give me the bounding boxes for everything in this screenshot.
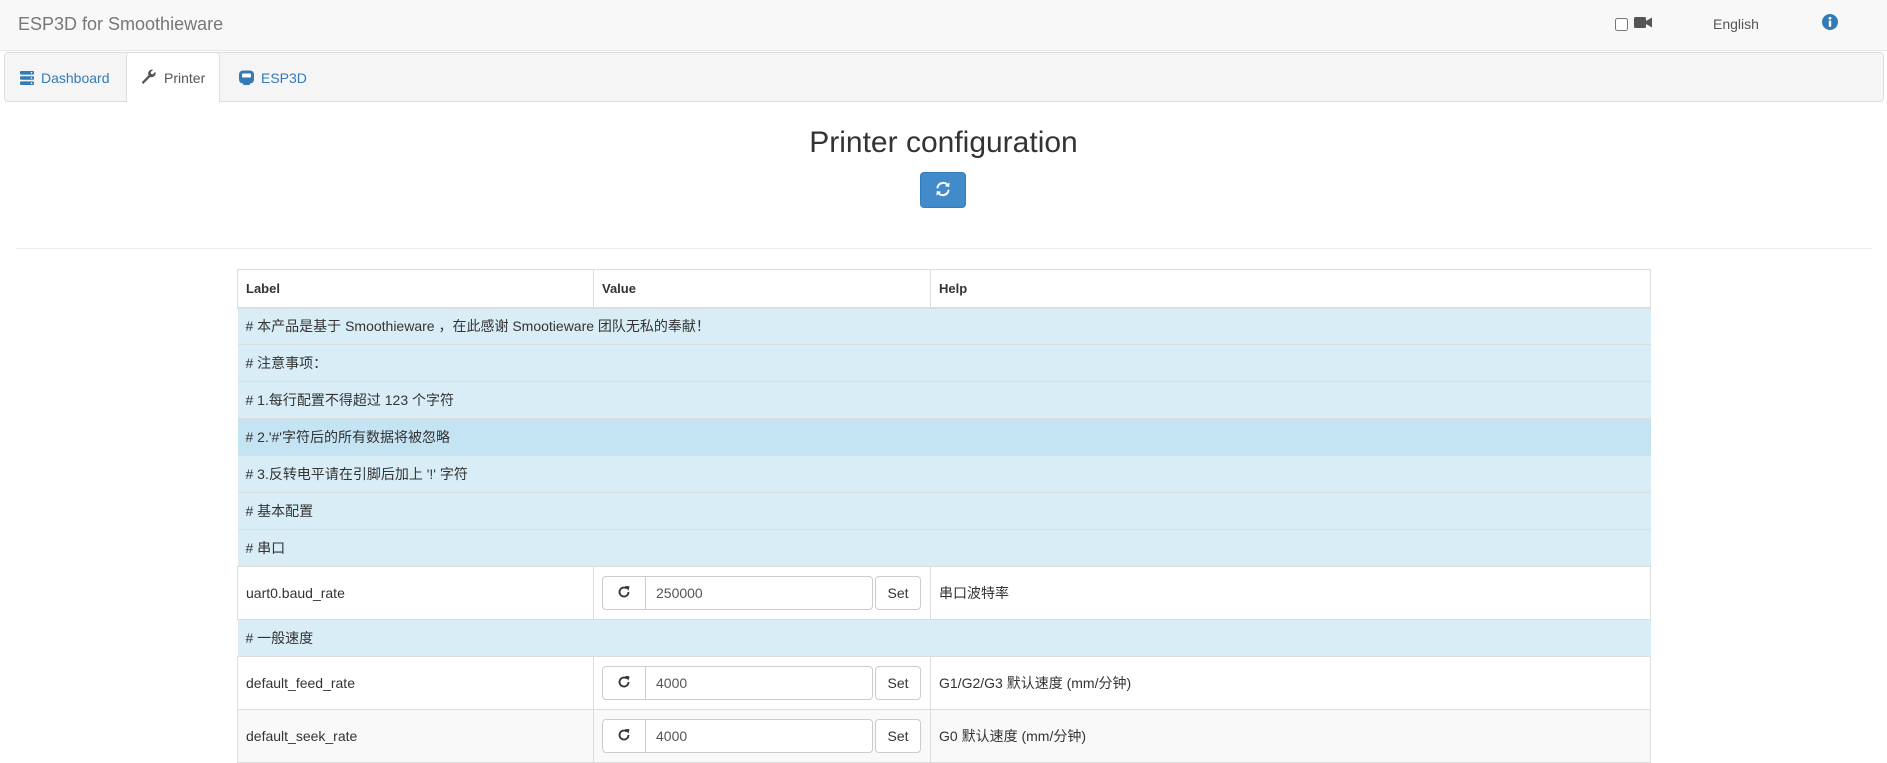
table-header-row: Label Value Help: [237, 269, 1651, 309]
tab-printer-label: Printer: [164, 69, 206, 86]
comment-row: # 一般速度: [237, 619, 1651, 657]
setting-value-cell: Set: [593, 709, 931, 763]
setting-row-uart0-baud-rate: uart0.baud_rate Set 串口波特率: [237, 566, 1651, 620]
set-button[interactable]: Set: [875, 719, 921, 753]
info-icon[interactable]: [1822, 14, 1838, 33]
comment-text: # 本产品是基于 Smoothieware ，在此感谢 Smootieware …: [237, 307, 1651, 345]
comment-row: # 基本配置: [237, 492, 1651, 530]
comment-text: # 注意事项：: [237, 344, 1651, 382]
tab-esp3d[interactable]: ESP3D: [224, 53, 321, 102]
tab-dashboard-label: Dashboard: [41, 69, 110, 86]
setting-value-group: Set: [602, 719, 922, 753]
language-selector[interactable]: English: [1713, 16, 1759, 32]
tab-esp3d-label: ESP3D: [261, 69, 307, 86]
camera-toggle: [1615, 16, 1652, 32]
setting-value-group: Set: [602, 576, 922, 610]
camera-checkbox[interactable]: [1615, 17, 1628, 31]
comment-text: # 串口: [237, 529, 1651, 567]
esp3d-icon: [238, 70, 255, 86]
printer-config-table: Label Value Help # 本产品是基于 Smoothieware ，…: [237, 269, 1651, 763]
setting-value-input[interactable]: [646, 666, 873, 700]
reload-icon: [617, 585, 631, 602]
comment-row: # 1.每行配置不得超过 123 个字符: [237, 381, 1651, 419]
video-camera-icon[interactable]: [1634, 16, 1652, 32]
set-button[interactable]: Set: [875, 576, 921, 610]
page-title: Printer configuration: [809, 126, 1078, 159]
divider: [16, 248, 1872, 249]
app-title: ESP3D for Smoothieware: [18, 14, 224, 34]
setting-row-default-seek-rate: default_seek_rate Set G0 默认速度: [237, 709, 1651, 763]
setting-label: uart0.baud_rate: [237, 566, 594, 620]
setting-help: G1/G2/G3 默认速度 (mm/分钟): [930, 656, 1651, 710]
column-header-value: Value: [593, 269, 931, 309]
dashboard-icon: [19, 70, 35, 86]
comment-row: # 3.反转电平请在引脚后加上 '!' 字符: [237, 455, 1651, 493]
reset-value-button[interactable]: [602, 719, 646, 753]
setting-value-input[interactable]: [646, 719, 873, 753]
refresh-button[interactable]: [920, 172, 966, 208]
set-button[interactable]: Set: [875, 666, 921, 700]
comment-text: # 3.反转电平请在引脚后加上 '!' 字符: [237, 455, 1651, 493]
setting-row-default-feed-rate: default_feed_rate Set G1/G2/G: [237, 656, 1651, 710]
reload-icon: [617, 728, 631, 745]
column-header-label: Label: [237, 269, 594, 309]
setting-label: default_seek_rate: [237, 709, 594, 763]
comment-row: # 本产品是基于 Smoothieware ，在此感谢 Smootieware …: [237, 307, 1651, 345]
reset-value-button[interactable]: [602, 576, 646, 610]
main-tabs: Dashboard Printer ESP3D: [4, 52, 1884, 103]
navbar: ESP3D for Smoothieware English: [0, 0, 1887, 51]
refresh-icon: [934, 180, 952, 201]
column-header-help: Help: [930, 269, 1651, 309]
setting-help: 串口波特率: [930, 566, 1651, 620]
setting-value-cell: Set: [593, 656, 931, 710]
comment-text: # 基本配置: [237, 492, 1651, 530]
tab-dashboard[interactable]: Dashboard: [5, 53, 124, 102]
reset-value-button[interactable]: [602, 666, 646, 700]
tab-printer[interactable]: Printer: [126, 52, 221, 103]
comment-text: # 2.'#'字符后的所有数据将被忽略: [237, 418, 1651, 456]
reload-icon: [617, 675, 631, 692]
wrench-icon: [141, 69, 158, 86]
setting-help: G0 默认速度 (mm/分钟): [930, 709, 1651, 763]
comment-text: # 1.每行配置不得超过 123 个字符: [237, 381, 1651, 419]
comment-row: # 注意事项：: [237, 344, 1651, 382]
setting-label: default_feed_rate: [237, 656, 594, 710]
comment-row: # 2.'#'字符后的所有数据将被忽略: [237, 418, 1651, 456]
setting-value-input[interactable]: [646, 576, 873, 610]
comment-row: # 串口: [237, 529, 1651, 567]
setting-value-group: Set: [602, 666, 922, 700]
comment-text: # 一般速度: [237, 619, 1651, 657]
setting-value-cell: Set: [593, 566, 931, 620]
